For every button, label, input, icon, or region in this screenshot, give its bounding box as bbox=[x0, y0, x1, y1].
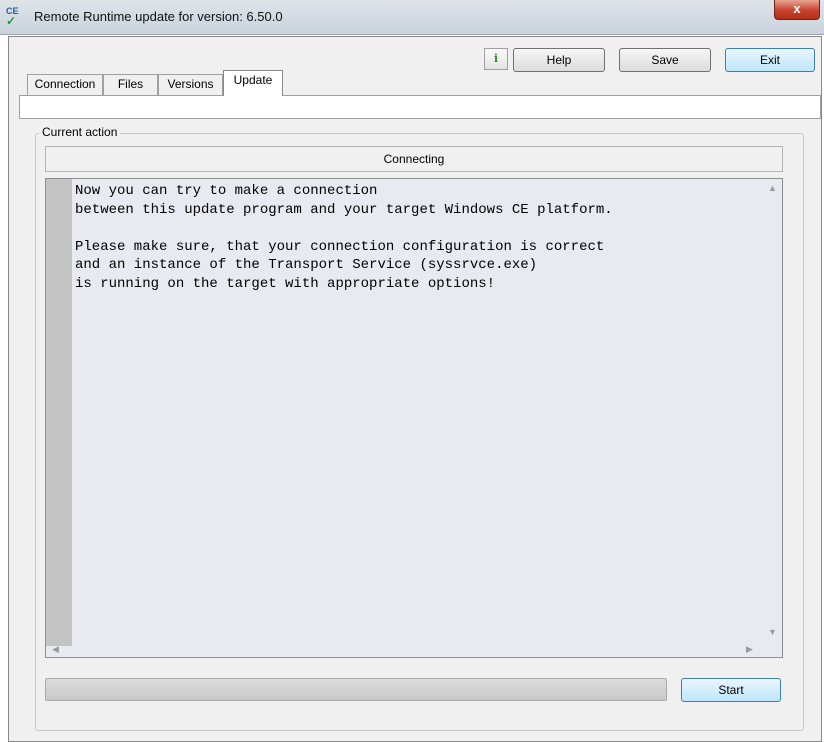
vertical-scrollbar[interactable]: ▲ ▼ bbox=[762, 179, 782, 642]
main-window: i Help Save Exit Connection Files Versio… bbox=[8, 36, 822, 742]
scroll-right-icon[interactable]: ▶ bbox=[746, 644, 753, 655]
progress-bar bbox=[45, 678, 667, 701]
close-icon: x bbox=[793, 1, 801, 16]
tab-update[interactable]: Update bbox=[223, 70, 283, 96]
scroll-left-icon[interactable]: ◀ bbox=[52, 644, 59, 655]
ce-app-icon: CE ✓ bbox=[6, 6, 26, 28]
check-icon: ✓ bbox=[6, 14, 17, 28]
window-title: Remote Runtime update for version: 6.50.… bbox=[34, 9, 283, 24]
title-bar: CE ✓ Remote Runtime update for version: … bbox=[0, 0, 824, 35]
tab-versions[interactable]: Versions bbox=[158, 74, 223, 95]
current-action-label: Current action bbox=[39, 125, 121, 139]
scrollbar-corner bbox=[762, 642, 782, 657]
status-header: Connecting bbox=[45, 146, 783, 172]
info-button[interactable]: i bbox=[484, 48, 508, 70]
text-gutter bbox=[46, 179, 72, 646]
message-text-area[interactable]: Now you can try to make a connection bet… bbox=[45, 178, 783, 658]
save-button[interactable]: Save bbox=[619, 48, 711, 72]
horizontal-scrollbar[interactable]: ◀ ▶ bbox=[46, 642, 782, 657]
start-button[interactable]: Start bbox=[681, 678, 781, 702]
tab-panel bbox=[19, 95, 821, 119]
info-icon: i bbox=[493, 52, 499, 65]
message-text: Now you can try to make a connection bet… bbox=[75, 183, 613, 292]
exit-button[interactable]: Exit bbox=[725, 48, 815, 72]
tab-connection[interactable]: Connection bbox=[27, 74, 103, 95]
scroll-down-icon[interactable]: ▼ bbox=[768, 627, 777, 637]
help-button[interactable]: Help bbox=[513, 48, 605, 72]
tab-files[interactable]: Files bbox=[103, 74, 158, 95]
scroll-up-icon[interactable]: ▲ bbox=[768, 183, 777, 193]
close-window-button[interactable]: x bbox=[774, 0, 820, 20]
